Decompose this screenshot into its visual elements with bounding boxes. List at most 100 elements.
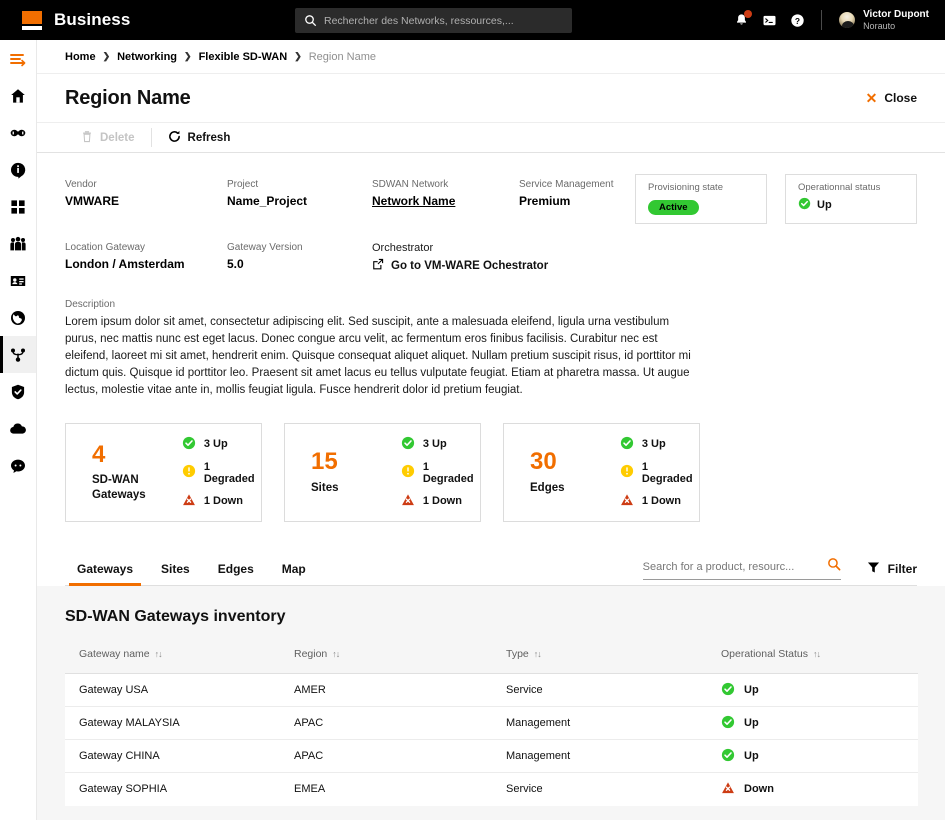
filter-button[interactable]: Filter (867, 561, 917, 577)
breadcrumb-flexible-sdwan[interactable]: Flexible SD-WAN (199, 51, 288, 63)
error-triangle-icon (620, 493, 634, 510)
tabs-bar: Gateways Sites Edges Map Filter (65, 552, 917, 587)
status-cards: Provisioning state Active Operationnal s… (635, 174, 917, 224)
status-badge: Active (648, 200, 699, 215)
delete-button[interactable]: Delete (65, 123, 151, 152)
sidebar-item-home[interactable] (0, 77, 36, 114)
sidebar-item-menu-toggle[interactable] (0, 40, 36, 77)
table-controls: Filter (642, 557, 917, 585)
operational-status-card: Operationnal status Up (785, 174, 917, 224)
provisioning-state-card: Provisioning state Active (635, 174, 767, 224)
table-row[interactable]: Gateway USA AMER Service Up (65, 673, 918, 707)
summary-card-gateways[interactable]: 4 SD-WAN Gateways 3 Up 1 Degraded 1 Down (65, 423, 262, 523)
details-row-secondary: Location Gateway London / Amsterdam Gate… (65, 242, 917, 273)
filter-button-label: Filter (887, 561, 917, 576)
column-header-region[interactable]: Region ↑↓ (280, 648, 492, 674)
table-row[interactable]: Gateway CHINA APAC Management Up (65, 739, 918, 773)
cell-status: Up (707, 673, 918, 707)
metric-stat-label: 1 Degraded (203, 460, 255, 485)
close-button[interactable]: ✕ Close (866, 91, 917, 105)
sort-icon[interactable]: ↑↓ (332, 649, 340, 659)
metric-stat-degraded: 1 Degraded (182, 461, 259, 485)
field-project: Project Name_Project (227, 179, 372, 208)
help-icon[interactable]: ? (790, 13, 805, 28)
cell-status: Up (707, 739, 918, 773)
breadcrumb-networking[interactable]: Networking (117, 51, 177, 63)
field-label: Orchestrator (372, 242, 434, 254)
sidebar-item-cloud[interactable] (0, 410, 36, 447)
tab-gateways[interactable]: Gateways (65, 562, 145, 587)
error-triangle-icon (182, 493, 196, 510)
sidebar-item-information[interactable] (0, 151, 36, 188)
global-search-input[interactable] (324, 14, 572, 27)
sidebar-item-teams[interactable] (0, 225, 36, 262)
column-header-type[interactable]: Type ↑↓ (492, 648, 707, 674)
cell-type: Management (492, 706, 707, 740)
summary-card-edges[interactable]: 30 Edges 3 Up 1 Degraded 1 Down (503, 423, 700, 523)
field-label: SDWAN Network (372, 179, 449, 190)
sidebar-item-global[interactable] (0, 299, 36, 336)
sidebar-item-security[interactable] (0, 373, 36, 410)
field-value-link[interactable]: Network Name (372, 194, 519, 208)
status-value: Up (798, 197, 904, 213)
summary-cards: 4 SD-WAN Gateways 3 Up 1 Degraded 1 Down (65, 423, 917, 523)
table-search-input[interactable] (642, 560, 827, 573)
search-icon[interactable] (827, 557, 841, 576)
metric-stat-degraded: 1 Degraded (401, 461, 478, 485)
bell-icon[interactable] (734, 9, 753, 28)
summary-card-sites[interactable]: 15 Sites 3 Up 1 Degraded 1 Down (284, 423, 481, 523)
search-icon (304, 14, 317, 27)
field-orchestrator: Orchestrator Go to VM-WARE Ochestrator (372, 242, 548, 273)
description-text: Lorem ipsum dolor sit amet, consectetur … (65, 316, 691, 397)
pagination: ‹ 1 2 3 ... 30 › (65, 806, 917, 820)
metric-stat-degraded: 1 Degraded (620, 461, 697, 485)
brand-logo[interactable]: Business (22, 9, 130, 31)
sort-icon[interactable]: ↑↓ (813, 649, 821, 659)
check-circle-icon (401, 436, 415, 453)
sort-icon[interactable]: ↑↓ (534, 649, 542, 659)
warning-circle-icon (620, 464, 634, 481)
sidebar-rail (0, 40, 36, 820)
metric-stat-label: 1 Down (641, 495, 681, 508)
check-circle-icon (721, 682, 735, 699)
toolbar-divider (821, 10, 823, 30)
metric-stat-up: 3 Up (182, 436, 259, 453)
user-menu[interactable]: Victor Dupont Norauto (838, 9, 929, 31)
brand-name: Business (54, 10, 131, 29)
breadcrumb-home[interactable]: Home (65, 51, 96, 63)
trash-icon (81, 130, 93, 146)
avatar (838, 11, 857, 29)
breadcrumb-separator: ❯ (184, 51, 192, 61)
tab-map[interactable]: Map (270, 562, 318, 585)
table-row[interactable]: Gateway MALAYSIA APAC Management Up (65, 706, 918, 740)
sidebar-item-billing[interactable] (0, 262, 36, 299)
tab-edges[interactable]: Edges (206, 562, 266, 585)
page-header: Region Name ✕ Close (37, 74, 945, 122)
global-search[interactable] (295, 8, 572, 33)
field-label: Location Gateway (65, 242, 146, 253)
user-name: Victor Dupont (863, 9, 929, 21)
details-section: Vendor VMWARE Project Name_Project SDWAN… (65, 153, 917, 273)
table-row[interactable]: Gateway SOPHIA EMEA Service Down (65, 772, 918, 806)
orchestrator-link[interactable]: Go to VM-WARE Ochestrator (372, 258, 548, 273)
console-icon[interactable] (762, 13, 777, 28)
sort-icon[interactable]: ↑↓ (155, 649, 163, 659)
sidebar-item-applications[interactable] (0, 188, 36, 225)
cell-type: Management (492, 739, 707, 773)
svg-text:?: ? (795, 15, 800, 25)
sidebar-item-partners[interactable] (0, 114, 36, 151)
sidebar-item-networking[interactable] (0, 336, 36, 373)
card-label: Operationnal status (798, 182, 881, 193)
top-bar-actions: ? Victor Dupont Norauto (734, 0, 929, 40)
user-organization: Norauto (863, 20, 896, 31)
column-header-gateway-name[interactable]: Gateway name ↑↓ (65, 648, 280, 674)
column-header-operational-status[interactable]: Operational Status ↑↓ (707, 648, 918, 674)
tab-sites[interactable]: Sites (149, 562, 202, 585)
field-label: Vendor (65, 179, 97, 190)
table-search[interactable] (642, 557, 841, 581)
error-triangle-icon (401, 493, 415, 510)
refresh-icon (168, 130, 181, 146)
refresh-button[interactable]: Refresh (152, 123, 247, 152)
metric-stat-down: 1 Down (401, 493, 478, 510)
sidebar-item-support[interactable] (0, 447, 36, 484)
